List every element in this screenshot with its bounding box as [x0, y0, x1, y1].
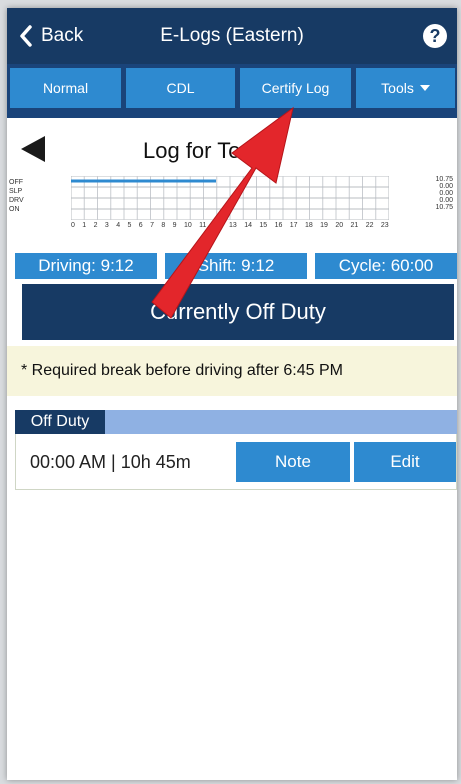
break-notice-text: * Required break before driving after 6:…: [21, 362, 343, 379]
cycle-time-stat: Cycle: 60:00: [315, 253, 457, 279]
hour-label: 8: [161, 222, 166, 229]
entries-tab-off-duty: Off Duty: [15, 410, 105, 434]
log-entry-row: 00:00 AM | 10h 45m Note Edit: [15, 434, 457, 490]
page-title: E-Logs (Eastern): [160, 25, 304, 46]
hour-label: 16: [274, 222, 283, 229]
tab-cdl[interactable]: CDL: [126, 68, 235, 108]
hour-label: 4: [116, 222, 121, 229]
total-drv: 0.00: [439, 190, 453, 197]
graph-hour-labels: 0 1 2 3 4 5 6 7 8 9 10 11 12 13 14 15 16 17 18 19 20 21 22 23: [71, 222, 389, 229]
hour-label: 18: [304, 222, 313, 229]
hour-label: 6: [138, 222, 143, 229]
edit-button[interactable]: Edit: [354, 442, 456, 482]
entry-time-duration: 00:00 AM | 10h 45m: [30, 452, 191, 472]
hour-label: 13: [229, 222, 237, 229]
note-button-label: Note: [275, 452, 311, 471]
shift-time-stat: Shift: 9:12: [165, 253, 307, 279]
hour-label: 11: [199, 222, 207, 229]
cycle-time-text: Cycle: 60:00: [338, 256, 434, 275]
shift-time-text: Shift: 9:12: [197, 256, 275, 275]
hour-label: 20: [335, 222, 344, 229]
total-sum: 10.75: [435, 204, 453, 211]
tab-tools-label: Tools: [381, 80, 414, 96]
tab-tools[interactable]: Tools: [356, 68, 455, 108]
duty-status-graph: [71, 176, 389, 220]
break-notice: * Required break before driving after 6:…: [7, 346, 457, 396]
total-off: 10.75: [435, 176, 453, 183]
hour-label: 19: [320, 222, 328, 229]
hour-label: 17: [289, 222, 298, 229]
hour-label: 15: [259, 222, 268, 229]
tab-normal[interactable]: Normal: [10, 68, 121, 108]
driving-time-stat: Driving: 9:12: [15, 253, 157, 279]
row-label-drv: DRV: [9, 197, 24, 204]
tab-certify-log[interactable]: Certify Log: [240, 68, 351, 108]
tab-certify-log-label: Certify Log: [261, 80, 330, 96]
row-label-slp: SLP: [9, 188, 23, 195]
caret-down-icon: [419, 85, 430, 91]
hour-label: 0: [71, 222, 75, 229]
hour-label: 3: [104, 222, 109, 229]
graph-totals: 10.75 0.00 0.00 0.00 10.75: [435, 176, 453, 211]
note-button[interactable]: Note: [236, 442, 350, 482]
hour-label: 23: [380, 222, 389, 229]
hour-label: 5: [127, 222, 132, 229]
app-screen: Back E-Logs (Eastern) ? Normal CDL Certi…: [7, 8, 457, 780]
tab-bar: Normal CDL Certify Log Tools: [7, 64, 457, 118]
hour-label: 7: [150, 222, 154, 229]
driving-time-text: Driving: 9:12: [38, 256, 134, 275]
row-label-off: OFF: [9, 179, 23, 186]
graph-row-labels: OFF SLP DRV ON: [9, 178, 24, 214]
total-on: 0.00: [439, 197, 453, 204]
hour-label: 12: [213, 222, 222, 229]
previous-day-arrow-icon[interactable]: [21, 136, 45, 162]
current-status-text: Currently Off Duty: [150, 299, 326, 324]
entries-tab-label: Off Duty: [30, 413, 90, 430]
hour-label: 2: [93, 222, 98, 229]
top-bar: Back E-Logs (Eastern) ?: [7, 8, 457, 64]
tab-cdl-label: CDL: [166, 80, 195, 96]
row-label-on: ON: [9, 206, 20, 213]
edit-button-label: Edit: [390, 452, 420, 471]
hour-label: 22: [365, 222, 374, 229]
help-icon[interactable]: ?: [423, 24, 447, 48]
hour-label: 1: [82, 222, 87, 229]
hour-label: 10: [183, 222, 192, 229]
log-title: Log for Today: [143, 138, 276, 163]
hour-label: 21: [350, 222, 359, 229]
hour-label: 14: [244, 222, 252, 229]
log-title-row: Log for Today: [7, 126, 457, 176]
total-slp: 0.00: [439, 183, 453, 190]
tab-normal-label: Normal: [42, 80, 89, 96]
current-status-button[interactable]: Currently Off Duty: [22, 284, 454, 340]
hour-label: 9: [172, 222, 177, 229]
